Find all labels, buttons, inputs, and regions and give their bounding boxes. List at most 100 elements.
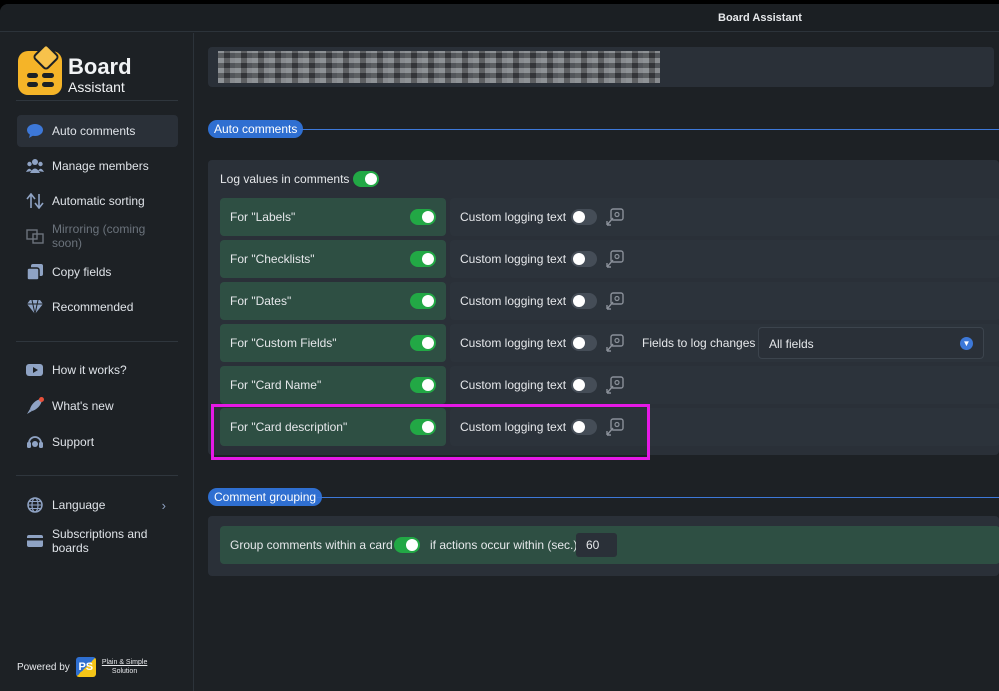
board-name-header [208,47,994,87]
row-label: For "Card Name" [230,378,322,392]
sidebar-item-mirroring: Mirroring (coming soon) [17,218,178,254]
sidebar-item-label: Copy fields [52,265,112,279]
sidebar-item-subscriptions[interactable]: Subscriptions and boards [17,523,178,559]
comment-grouping-section-header: Comment grouping [208,488,999,506]
sidebar-divider [16,100,178,101]
copy-icon [26,263,44,281]
select-value: All fields [769,337,814,351]
youtube-icon [26,361,44,379]
brand-name: Board [68,54,132,79]
sidebar-item-copy-fields[interactable]: Copy fields [17,256,178,288]
redacted-board-name [218,51,660,83]
sort-arrows-icon [26,192,44,210]
edit-text-icon[interactable] [605,333,625,353]
globe-icon [26,496,44,514]
log-row-custom-fields: For "Custom Fields" [220,324,446,362]
sidebar-item-recommended[interactable]: Recommended [17,291,178,323]
dates-log-toggle[interactable] [410,293,436,309]
main-content: Auto comments Log values in comments For… [195,33,999,691]
chevron-down-icon: ▼ [960,337,973,350]
sidebar-item-label: Mirroring (coming soon) [52,222,146,250]
rocket-icon [26,397,44,415]
section-title: Comment grouping [208,488,323,506]
edit-text-icon[interactable] [605,207,625,227]
brand-logo[interactable]: Board Assistant [18,42,178,98]
fields-to-log-select[interactable]: All fields ▼ [758,327,984,359]
sidebar-item-label: Manage members [52,159,149,173]
section-title: Auto comments [208,120,304,138]
members-icon [26,157,44,175]
highlight-annotation [211,404,650,460]
section-divider [300,129,999,130]
labels-log-toggle[interactable] [410,209,436,225]
custom-text-toggle[interactable] [571,377,597,393]
edit-text-icon[interactable] [605,291,625,311]
sidebar-item-label: Auto comments [52,124,136,138]
custom-text-label: Custom logging text [460,378,567,392]
brand-subname: Assistant [68,79,125,95]
custom-text-toggle[interactable] [571,293,597,309]
log-row-checklists: For "Checklists" [220,240,446,278]
custom-text-label: Custom logging text [460,210,567,224]
diamond-icon [26,298,44,316]
edit-text-icon[interactable] [605,375,625,395]
company-logo-icon: PS [75,657,96,677]
custom-text-row-custom-fields: Custom logging text Fields to log change… [450,324,999,362]
sidebar-item-label: Subscriptions and boards [52,527,148,555]
sidebar-item-manage-members[interactable]: Manage members [17,150,178,182]
group-comments-row: Group comments within a card if actions … [220,526,999,564]
edit-text-icon[interactable] [605,249,625,269]
within-seconds-input[interactable]: 60 [576,533,617,557]
custom-text-label: Custom logging text [460,252,567,266]
title-bar: Board Assistant [0,4,999,32]
powered-by[interactable]: Powered by PS Plain & Simple Solution [17,657,147,677]
sidebar-item-language[interactable]: Language › [17,489,178,521]
custom-text-row-dates: Custom logging text [450,282,999,320]
log-row-labels: For "Labels" [220,198,446,236]
within-seconds-label: if actions occur within (sec.) [430,538,578,552]
log-row-dates: For "Dates" [220,282,446,320]
custom-text-label: Custom logging text [460,294,567,308]
custom-text-toggle[interactable] [571,209,597,225]
logo-icon [18,42,62,95]
mirror-icon [26,227,44,245]
custom-text-row-labels: Custom logging text [450,198,999,236]
row-label: For "Dates" [230,294,292,308]
sidebar-item-label: Recommended [52,300,134,314]
row-label: For "Custom Fields" [230,336,337,350]
row-label: For "Labels" [230,210,296,224]
sidebar-item-label: What's new [52,399,114,413]
auto-comments-section-header: Auto comments [208,120,999,138]
sidebar-item-label: Support [52,435,95,449]
group-comments-toggle[interactable] [394,537,420,553]
row-label: For "Checklists" [230,252,315,266]
sidebar-item-label: Automatic sorting [52,194,145,208]
chevron-right-icon: › [161,498,166,513]
sidebar-item-auto-comments[interactable]: Auto comments [17,115,178,147]
company-name-line1: Plain & Simple [101,659,148,666]
sidebar: Board Assistant Auto comments Manage mem… [0,33,194,691]
card-name-log-toggle[interactable] [410,377,436,393]
group-comments-label: Group comments within a card [230,538,393,552]
log-values-toggle[interactable] [353,171,379,187]
sidebar-item-whats-new[interactable]: What's new [17,390,178,422]
chat-bubble-icon [26,122,44,140]
section-divider [317,497,999,498]
sidebar-item-how-it-works[interactable]: How it works? [17,354,178,386]
sidebar-divider [16,341,178,342]
sidebar-item-label: How it works? [52,363,127,377]
card-icon [26,532,44,550]
custom-text-toggle[interactable] [571,251,597,267]
window-title: Board Assistant [718,12,802,24]
sidebar-item-automatic-sorting[interactable]: Automatic sorting [17,185,178,217]
custom-text-row-card-name: Custom logging text [450,366,999,404]
powered-by-label: Powered by [17,661,70,673]
log-values-label: Log values in comments [220,172,350,186]
company-name: Plain & Simple Solution [102,658,148,676]
checklists-log-toggle[interactable] [410,251,436,267]
sidebar-item-support[interactable]: Support [17,426,178,458]
app-window: Board Assistant Board Assistant Auto com… [0,4,999,691]
custom-text-toggle[interactable] [571,335,597,351]
log-row-card-name: For "Card Name" [220,366,446,404]
custom-fields-log-toggle[interactable] [410,335,436,351]
